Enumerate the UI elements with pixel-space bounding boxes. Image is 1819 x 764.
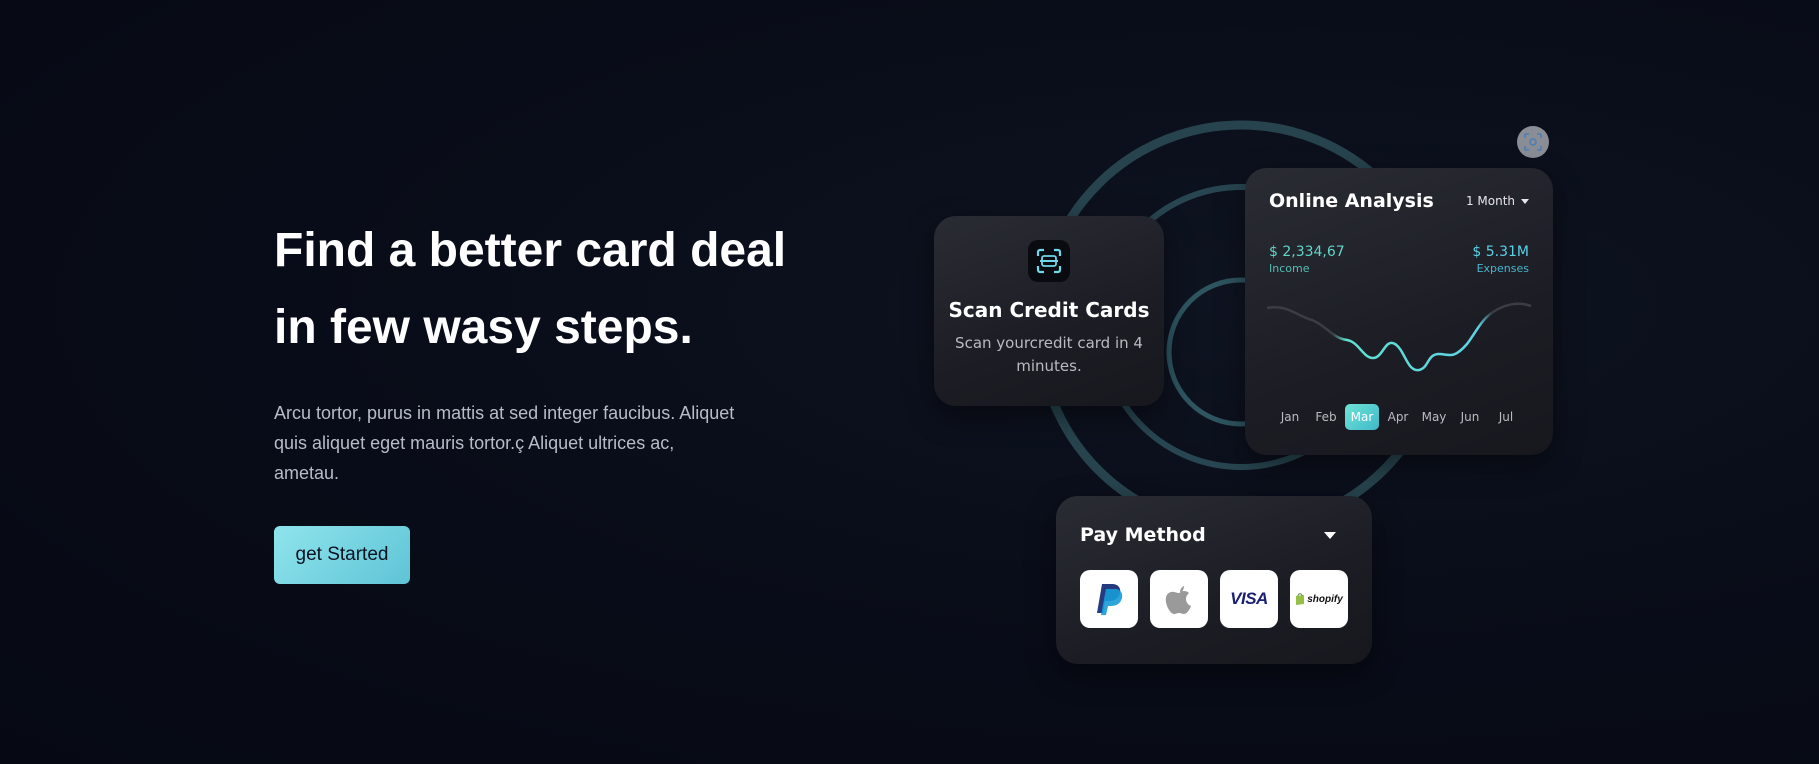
hero-description: Arcu tortor, purus in mattis at sed inte… — [274, 403, 735, 483]
month-mar[interactable]: Mar — [1345, 404, 1379, 430]
analysis-title: Online Analysis — [1269, 190, 1434, 212]
pay-method-header[interactable]: Pay Method — [1080, 524, 1336, 546]
shopify-bag-icon — [1296, 593, 1305, 605]
expenses-value: $ 5.31M — [1472, 244, 1529, 260]
month-feb[interactable]: Feb — [1309, 404, 1343, 430]
shopify-button[interactable]: shopify — [1290, 570, 1348, 628]
trend-line — [1267, 302, 1531, 372]
visa-button[interactable]: VISA — [1220, 570, 1278, 628]
pay-method-card: Pay Method VISA shopify — [1056, 496, 1372, 664]
hero-section: Find a better card deal in few wasy step… — [274, 212, 834, 584]
paypal-button[interactable] — [1080, 570, 1138, 628]
month-may[interactable]: May — [1417, 404, 1451, 430]
month-selector: Jan Feb Mar Apr May Jun Jul — [1273, 404, 1523, 430]
scan-icon-container — [1028, 240, 1070, 282]
scan-frame-icon — [1036, 248, 1062, 274]
income-stat: $ 2,334,67 Income — [1269, 244, 1345, 275]
period-dropdown[interactable]: 1 Month — [1466, 194, 1529, 208]
scan-card-title: Scan Credit Cards — [948, 298, 1150, 322]
scan-floating-button[interactable] — [1517, 126, 1549, 158]
headline-line-1: Find a better card deal — [274, 224, 787, 277]
paypal-icon — [1097, 584, 1123, 615]
expenses-stat: $ 5.31M Expenses — [1472, 244, 1529, 275]
trend-line-chart — [1267, 302, 1531, 372]
chevron-down-icon — [1521, 198, 1529, 204]
apple-pay-button[interactable] — [1150, 570, 1208, 628]
expenses-label: Expenses — [1476, 262, 1529, 275]
scan-card-subtitle: Scan yourcredit card in 4 minutes. — [955, 334, 1143, 375]
apple-icon — [1165, 586, 1191, 614]
pay-methods-list: VISA shopify — [1080, 570, 1348, 628]
scan-credit-cards-card: Scan Credit Cards Scan yourcredit card i… — [934, 216, 1164, 406]
analysis-header: Online Analysis 1 Month — [1269, 190, 1529, 212]
chevron-down-icon — [1324, 531, 1336, 539]
month-jul[interactable]: Jul — [1489, 404, 1523, 430]
month-apr[interactable]: Apr — [1381, 404, 1415, 430]
hero-headline: Find a better card deal in few wasy step… — [274, 212, 834, 366]
shopify-logo: shopify — [1295, 593, 1343, 605]
scan-target-icon — [1524, 133, 1542, 151]
headline-line-2: in few wasy steps. — [274, 301, 693, 354]
online-analysis-card: Online Analysis 1 Month $ 2,334,67 Incom… — [1245, 168, 1553, 455]
pay-method-title: Pay Method — [1080, 524, 1206, 546]
get-started-button[interactable]: get Started — [274, 526, 410, 584]
visa-logo: VISA — [1230, 589, 1268, 608]
month-jun[interactable]: Jun — [1453, 404, 1487, 430]
shopify-text: shopify — [1307, 593, 1343, 605]
income-value: $ 2,334,67 — [1269, 244, 1345, 260]
month-jan[interactable]: Jan — [1273, 404, 1307, 430]
income-label: Income — [1269, 262, 1310, 275]
period-label: 1 Month — [1465, 194, 1515, 208]
